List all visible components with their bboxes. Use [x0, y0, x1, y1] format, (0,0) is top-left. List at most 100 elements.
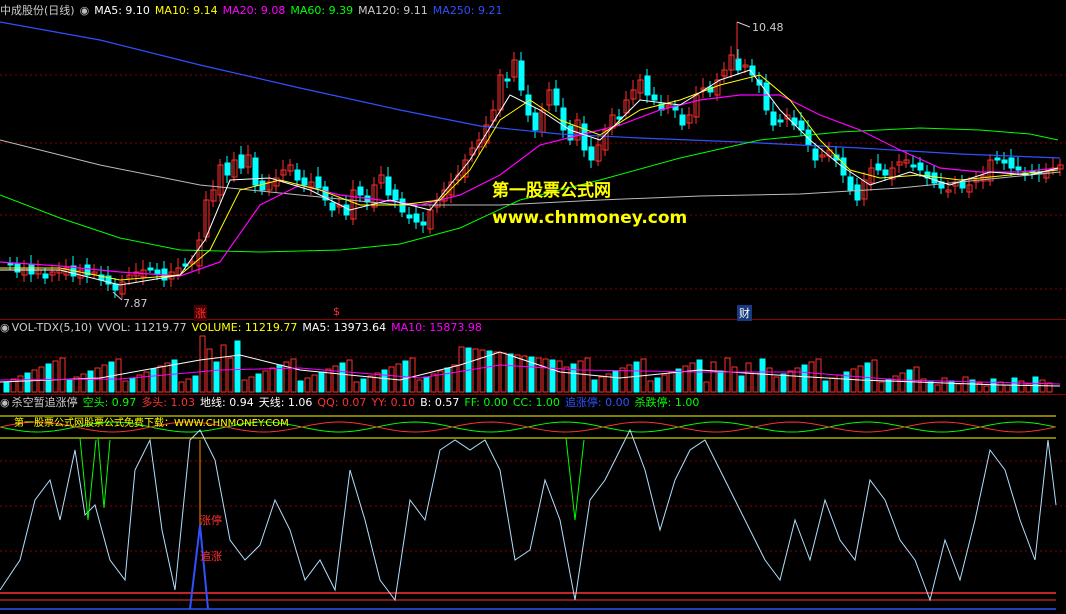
volume-bar [227, 357, 234, 393]
candlestick [504, 78, 511, 82]
candlestick [553, 88, 560, 106]
volume-bar [374, 372, 381, 393]
candlestick [28, 263, 35, 275]
candlestick [147, 267, 154, 271]
volume-bar [983, 385, 990, 393]
volume-bar [255, 373, 262, 393]
candlestick [301, 177, 308, 186]
bear-dip [97, 437, 111, 509]
volume-bar [871, 359, 878, 393]
volume-bar [535, 357, 542, 393]
volume-bar [612, 370, 619, 393]
bear-dip [79, 437, 97, 521]
volume-bar [129, 377, 136, 393]
volume-bar [745, 362, 752, 393]
candlestick [385, 176, 392, 196]
volume-bar [507, 353, 514, 393]
volume-bar [444, 367, 451, 393]
volume-bar [591, 379, 598, 393]
stock-chart[interactable] [0, 0, 1066, 614]
volume-bar [416, 379, 423, 393]
volume-bar [87, 370, 94, 393]
volume-bar [1032, 376, 1039, 393]
volume-bar [430, 373, 437, 393]
watermark-url: www.chnmoney.com [492, 208, 688, 228]
chase-spike [189, 524, 209, 610]
candlestick [343, 204, 350, 216]
volume-bar [367, 375, 374, 393]
volume-bar [1046, 382, 1053, 393]
volume-bar [94, 367, 101, 393]
candlestick [329, 202, 336, 211]
volume-bar [661, 374, 668, 393]
candlestick [994, 157, 1001, 161]
event-tag-finance[interactable]: 财 [737, 305, 752, 321]
volume-bar [787, 370, 794, 393]
candlestick [357, 186, 364, 196]
volume-bar [213, 361, 220, 393]
candlestick [910, 164, 917, 168]
volume-bar [703, 381, 710, 393]
volume-bar [192, 375, 199, 393]
volume-bar [682, 365, 689, 393]
volume-bar [1004, 384, 1011, 393]
volume-bar [731, 366, 738, 393]
candlestick [1015, 166, 1022, 171]
low-pointer [112, 291, 123, 301]
volume-bar [892, 375, 899, 393]
volume-bar [668, 371, 675, 393]
volume-bar [857, 365, 864, 393]
candlestick [854, 184, 861, 201]
volume-bar [997, 381, 1004, 393]
volume-bar [122, 380, 129, 393]
signal-limit-up: 涨停 [200, 514, 222, 527]
event-tag-dollar[interactable]: $ [332, 305, 341, 318]
volume-bar [45, 363, 52, 393]
volume-bar [493, 351, 500, 393]
candlestick [875, 163, 882, 171]
candlestick [42, 273, 49, 279]
candlestick [644, 75, 651, 96]
volume-bar [850, 368, 857, 393]
volume-bar [150, 368, 157, 393]
candlestick [406, 214, 413, 219]
candlestick [847, 176, 854, 191]
volume-bar [598, 376, 605, 393]
volume-bar [17, 375, 24, 393]
candlestick [917, 162, 924, 171]
low-price-label: 7.87 [123, 297, 148, 310]
volume-bar [626, 364, 633, 393]
volume-bar [178, 381, 185, 393]
volume-bar [304, 377, 311, 393]
volume-bar [913, 366, 920, 393]
candlestick [959, 181, 966, 189]
volume-bar [759, 358, 766, 393]
volume-bar [185, 378, 192, 393]
candlestick [1001, 159, 1008, 164]
candlestick [679, 114, 686, 126]
volume-bar [948, 380, 955, 393]
kill-oscillator-line [0, 428, 1057, 602]
candlestick [805, 129, 812, 146]
signal-chase: 追涨 [200, 550, 222, 563]
volume-bar [962, 376, 969, 393]
volume-bar [164, 362, 171, 393]
volume-bar [458, 346, 465, 393]
event-tag-limit-up[interactable]: 涨 [194, 305, 207, 321]
volume-bar [710, 361, 717, 393]
watermark-title: 第一股票公式网 [492, 181, 611, 201]
volume-bar [836, 374, 843, 393]
candlestick [651, 94, 658, 101]
volume-bar [143, 371, 150, 393]
candlestick [770, 111, 777, 126]
volume-bar [360, 378, 367, 393]
volume-bar [269, 367, 276, 393]
volume-bar [241, 379, 248, 393]
volume-bar [248, 376, 255, 393]
volume-bar [829, 377, 836, 393]
volume-bar [570, 363, 577, 393]
candlestick [532, 112, 539, 131]
volume-bar [941, 377, 948, 393]
volume-bar [696, 359, 703, 393]
candlestick [413, 213, 420, 223]
